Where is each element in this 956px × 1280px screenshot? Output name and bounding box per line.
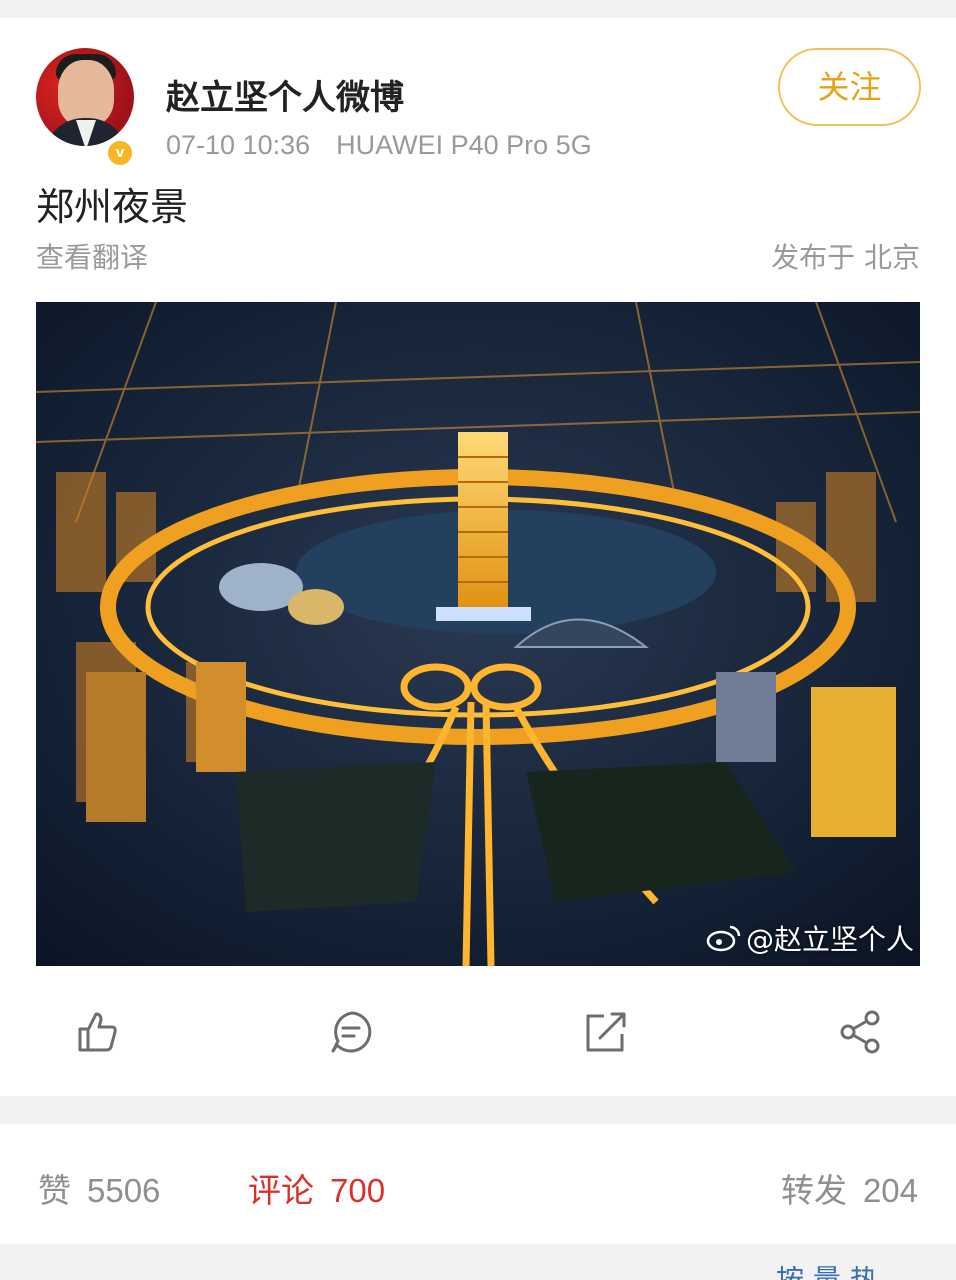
watermark-text: @赵立坚个人 bbox=[745, 923, 914, 956]
comments-count: 700 bbox=[330, 1172, 386, 1209]
verified-badge-icon: v bbox=[105, 138, 135, 168]
username[interactable]: 赵立坚个人微博 bbox=[166, 70, 404, 119]
share-icon bbox=[840, 1010, 880, 1054]
follow-button[interactable]: 关注 bbox=[778, 48, 921, 126]
avatar[interactable] bbox=[36, 48, 134, 146]
post-card: v 赵立坚个人微博 07-10 10:36 HUAWEI P40 Pro 5G 关… bbox=[0, 18, 956, 1096]
image-watermark: @赵立坚个人 bbox=[706, 918, 914, 958]
action-bar bbox=[0, 1008, 956, 1068]
repost-button[interactable] bbox=[582, 1008, 630, 1056]
comment-button[interactable] bbox=[328, 1008, 376, 1056]
comment-icon bbox=[331, 1011, 372, 1053]
likes-tab[interactable]: 赞 5506 bbox=[38, 1164, 160, 1212]
stats-bar: 赞 5506 评论 700 转发 204 bbox=[0, 1124, 956, 1244]
reposts-tab[interactable]: 转发 204 bbox=[781, 1164, 918, 1212]
weibo-logo-icon bbox=[706, 925, 741, 952]
top-spacer bbox=[0, 0, 956, 18]
likes-count: 5506 bbox=[87, 1172, 161, 1209]
post-text: 郑州夜景 bbox=[36, 185, 189, 229]
post-device: HUAWEI P40 Pro 5G bbox=[336, 130, 592, 160]
post-location: 发布于 北京 bbox=[771, 241, 920, 274]
reposts-count: 204 bbox=[862, 1172, 918, 1209]
post-meta: 07-10 10:36 HUAWEI P40 Pro 5G bbox=[166, 130, 592, 161]
like-button[interactable] bbox=[74, 1008, 122, 1056]
section-spacer bbox=[0, 1096, 956, 1124]
post-image[interactable]: @赵立坚个人 bbox=[36, 302, 920, 966]
likes-label: 赞 bbox=[38, 1171, 71, 1210]
reposts-label: 转发 bbox=[780, 1171, 847, 1210]
city-night-photo bbox=[36, 302, 920, 966]
thumbs-up-icon bbox=[78, 1012, 117, 1052]
sort-option-peek[interactable]: 按 量 热 bbox=[776, 1266, 878, 1280]
translate-link[interactable]: 查看翻译 bbox=[36, 236, 148, 276]
repost-icon bbox=[586, 1012, 626, 1052]
share-button[interactable] bbox=[836, 1008, 884, 1056]
comments-label: 评论 bbox=[248, 1171, 314, 1210]
post-date: 07-10 10:36 bbox=[166, 130, 311, 160]
comments-tab[interactable]: 评论 700 bbox=[248, 1164, 385, 1212]
